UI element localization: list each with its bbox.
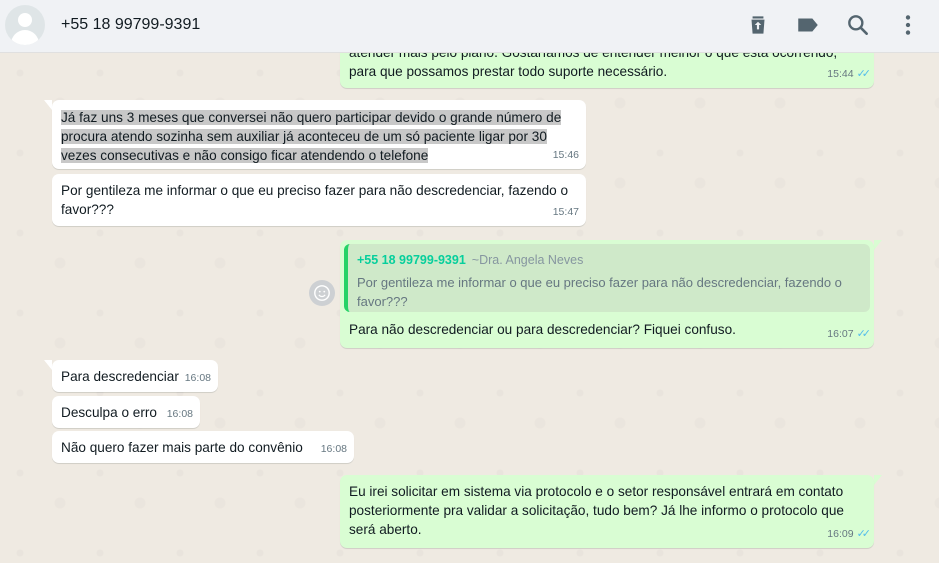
bubble-tail xyxy=(874,240,882,250)
message-time: 16:09 ✓✓ xyxy=(827,525,872,544)
bubble-tail xyxy=(44,360,52,370)
react-emoji-button[interactable] xyxy=(309,280,335,306)
message-time: 16:08 xyxy=(166,408,193,420)
message-time: 16:08 xyxy=(184,372,211,384)
quote-author: +55 18 99799-9391 xyxy=(357,253,466,267)
message-incoming[interactable]: Para descredenciar 16:08 xyxy=(52,360,218,392)
label-tag-icon[interactable] xyxy=(795,12,821,38)
message-text: Para descredenciar xyxy=(61,369,179,384)
message-outgoing[interactable]: atender mais pelo plano. Gostaríamos de … xyxy=(340,53,874,88)
bubble-tail xyxy=(874,475,882,485)
message-text: Já faz uns 3 meses que conversei não que… xyxy=(61,110,562,163)
read-ticks-icon: ✓✓ xyxy=(856,68,872,80)
delete-archive-icon[interactable] xyxy=(745,12,771,38)
message-outgoing-reply[interactable]: +55 18 99799-9391 ~Dra. Angela Neves Por … xyxy=(340,240,874,348)
message-time: 16:07 ✓✓ xyxy=(827,325,872,344)
message-time: 15:44 ✓✓ xyxy=(827,65,872,84)
message-text: Desculpa o erro xyxy=(61,405,157,420)
message-text: Por gentileza me informar o que eu preci… xyxy=(61,183,569,217)
avatar-body xyxy=(11,30,39,45)
bubble-tail xyxy=(44,100,52,110)
message-time: 15:47 xyxy=(552,206,579,218)
chat-header: +55 18 99799-9391 xyxy=(0,0,939,53)
avatar-head xyxy=(18,13,32,27)
menu-dots-icon[interactable] xyxy=(895,12,921,38)
quote-text: Por gentileza me informar o que eu preci… xyxy=(357,275,842,309)
smiley-icon xyxy=(314,285,330,301)
message-time: 15:46 xyxy=(552,149,579,161)
message-text: atender mais pelo plano. Gostaríamos de … xyxy=(349,53,837,79)
quote-tag: ~Dra. Angela Neves xyxy=(471,253,584,267)
quoted-message[interactable]: +55 18 99799-9391 ~Dra. Angela Neves Por … xyxy=(344,244,870,312)
message-incoming[interactable]: Por gentileza me informar o que eu preci… xyxy=(52,174,586,226)
search-icon[interactable] xyxy=(845,12,871,38)
contact-name[interactable]: +55 18 99799-9391 xyxy=(61,16,200,34)
read-ticks-icon: ✓✓ xyxy=(856,528,872,540)
message-text: Eu irei solicitar em sistema via protoco… xyxy=(349,484,844,537)
read-ticks-icon: ✓✓ xyxy=(856,328,872,340)
message-text: Para não descredenciar ou para descreden… xyxy=(349,322,736,337)
message-outgoing[interactable]: Eu irei solicitar em sistema via protoco… xyxy=(340,475,874,548)
message-incoming[interactable]: Desculpa o erro 16:08 xyxy=(52,396,200,428)
message-text: Não quero fazer mais parte do convênio xyxy=(61,440,303,455)
message-list[interactable]: atender mais pelo plano. Gostaríamos de … xyxy=(0,53,939,563)
contact-avatar[interactable] xyxy=(5,5,45,45)
message-incoming[interactable]: Não quero fazer mais parte do convênio 1… xyxy=(52,431,354,463)
message-incoming[interactable]: Já faz uns 3 meses que conversei não que… xyxy=(52,100,586,169)
message-time: 16:08 xyxy=(320,443,347,455)
message-text-wrap: Já faz uns 3 meses que conversei não que… xyxy=(61,108,576,165)
